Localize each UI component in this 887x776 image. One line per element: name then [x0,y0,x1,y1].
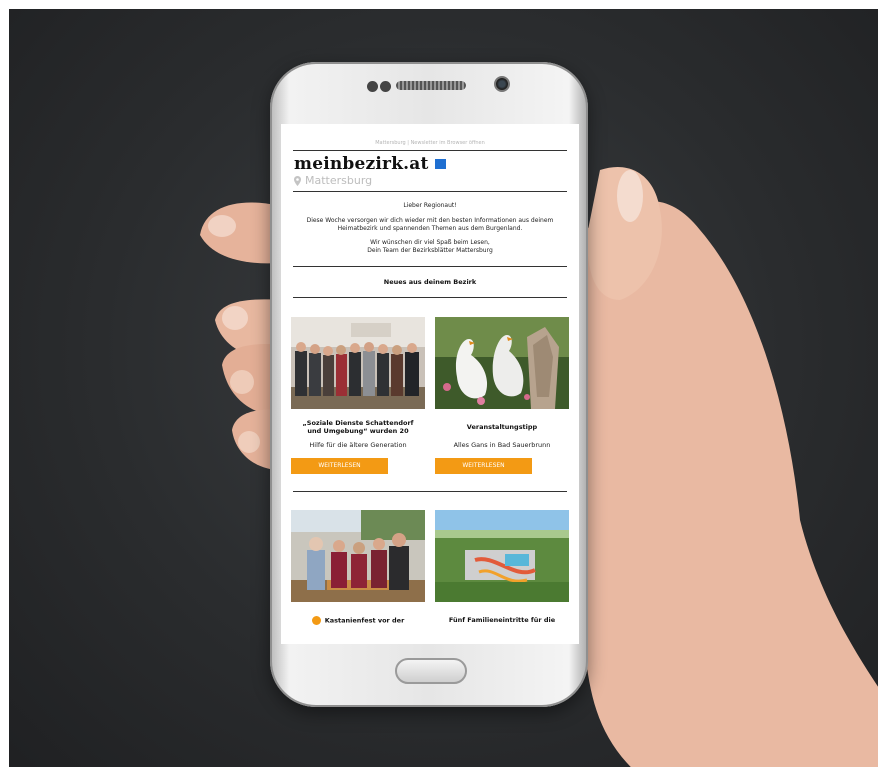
brand-badge-icon [434,159,446,169]
sensor-dot [367,81,378,92]
section-title: Neues aus deinem Bezirk [383,278,477,286]
front-camera [494,76,510,92]
divider [293,150,567,151]
closing-signature: Dein Team der Bezirksblätter Mattersburg [367,246,493,254]
location-pin-icon [294,175,301,186]
article-title[interactable]: „Soziale Dienste Schattendorf und Umgebu… [291,413,425,441]
read-more-button[interactable]: WEITERLESEN [291,458,388,474]
earpiece-speaker [396,81,466,90]
greeting: Lieber Regionaut! [403,202,457,209]
article-subtitle: Hilfe für die ältere Generation [309,441,407,449]
article-image-festival-crowd[interactable] [291,510,425,602]
phone-screen: Mattersburg | Newsletter im Browser öffn… [281,124,579,644]
article-card: Veranstaltungstipp Alles Gans in Bad Sau… [435,317,569,474]
divider [293,297,567,298]
brand-logo-text[interactable]: meinbezirk.at [294,154,429,174]
article-image-aerial-waterpark[interactable] [435,510,569,602]
article-title[interactable]: Kastanienfest vor der [291,616,425,625]
home-button[interactable] [395,658,467,684]
article-grid: „Soziale Dienste Schattendorf und Umgebu… [291,317,569,474]
intro-text: Diese Woche versorgen wir dich wieder mi… [306,217,554,232]
divider [293,266,567,267]
sensor-dot [380,81,391,92]
header-links[interactable]: Mattersburg | Newsletter im Browser öffn… [281,140,579,146]
article-card: Fünf Familieneintritte für die [435,510,569,625]
article-title[interactable]: Veranstaltungstipp [435,413,569,441]
divider [293,191,567,192]
article-title[interactable]: Fünf Familieneintritte für die [435,616,569,624]
read-more-button[interactable]: WEITERLESEN [435,458,532,474]
divider [293,491,567,492]
article-card: „Soziale Dienste Schattendorf und Umgebu… [291,317,425,474]
closing-line: Wir wünschen dir viel Spaß beim Lesen, [370,239,490,246]
location-row: Mattersburg [294,174,579,187]
sun-icon [311,616,321,625]
article-image-group-photo[interactable] [291,317,425,409]
article-image-geese-statue[interactable] [435,317,569,409]
location-name: Mattersburg [305,174,373,187]
closing-text: Wir wünschen dir viel Spaß beim Lesen, D… [293,239,567,254]
article-grid: Kastanienfest vor der Fünf Familieneintr… [291,510,569,625]
article-subtitle: Alles Gans in Bad Sauerbrunn [453,441,551,449]
brand-row: meinbezirk.at [294,154,579,174]
article-card: Kastanienfest vor der [291,510,425,625]
